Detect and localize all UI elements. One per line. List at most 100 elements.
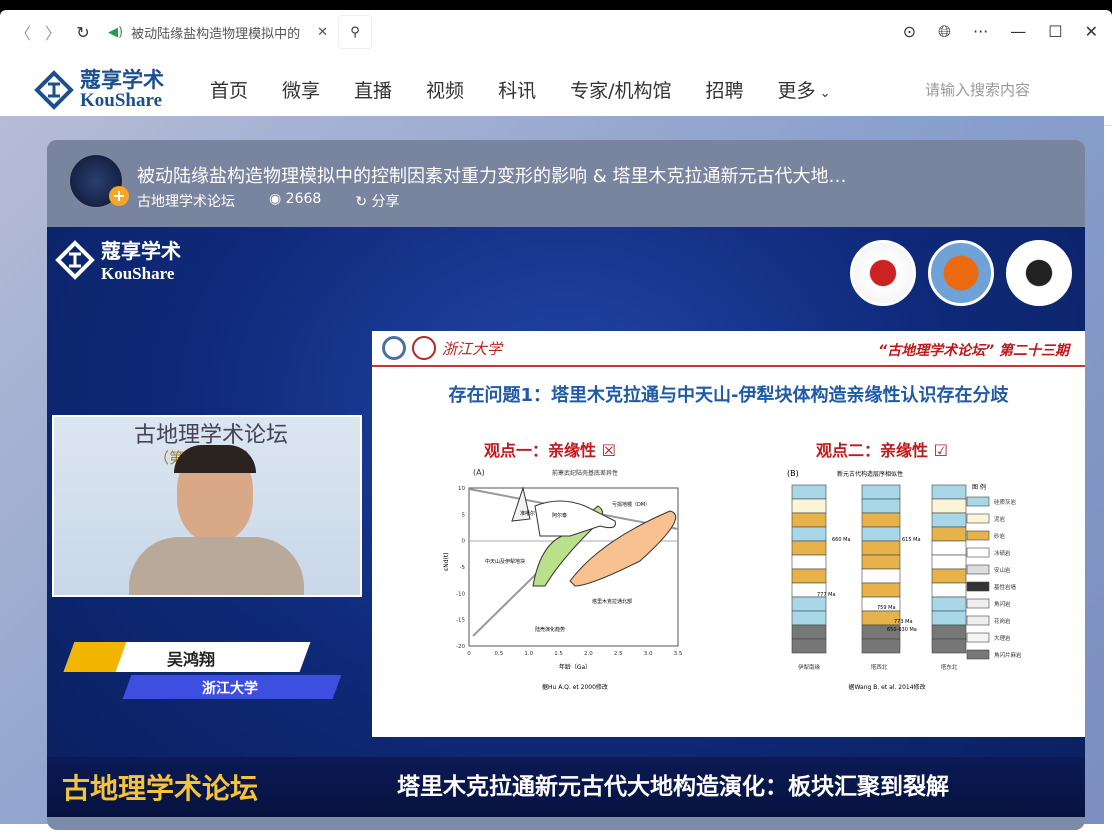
strata-layer	[931, 638, 967, 654]
label-tarim: 塔里木克拉通北部	[592, 598, 632, 605]
banner-talk-title: 塔里木克拉通新元古代大地构造演化：板块汇聚到裂解	[397, 774, 949, 800]
strata-layer	[791, 484, 827, 500]
back-icon[interactable]: 〈	[8, 20, 38, 44]
sound-icon[interactable]: ◀)	[108, 25, 123, 40]
legend-swatch	[966, 496, 990, 507]
reload-icon[interactable]: ↻	[68, 23, 98, 42]
strata-layer	[791, 568, 827, 584]
tab-title: 被动陆缘盐构造物理模拟中的	[131, 26, 301, 42]
region-altai	[534, 500, 616, 537]
site-logo[interactable]: 蔻享学术 KouShare	[34, 69, 164, 111]
search-input[interactable]: 请输入搜索内容	[925, 79, 1030, 100]
close-icon[interactable]: ✕	[1085, 22, 1098, 42]
legend-swatch	[966, 513, 990, 524]
strata-layer	[791, 512, 827, 528]
legend-swatch	[966, 632, 990, 643]
x-tick-label: 1.5	[554, 651, 563, 657]
strata-layer	[931, 610, 967, 626]
column-label: 塔西北	[871, 663, 888, 671]
label-crust-trend: 陆壳演化趋势	[535, 626, 565, 633]
chart-a-xlabel: 年龄（Ga）	[559, 663, 591, 671]
y-tick-label: 0	[462, 539, 466, 545]
legend-swatch	[966, 581, 990, 592]
strata-layer	[931, 484, 967, 500]
chart-a-ylabel: εNd(t)	[443, 552, 450, 571]
label-altai: 阿尔泰	[552, 512, 567, 519]
download-icon[interactable]: ⊙	[903, 22, 916, 42]
age-650-630: 650-630 Ma	[887, 627, 917, 633]
logo-en: KouShare	[80, 89, 163, 111]
nav-home[interactable]: 首页	[210, 76, 248, 103]
nav-news[interactable]: 科讯	[498, 76, 536, 103]
nav-weixiang[interactable]: 微享	[282, 76, 320, 103]
legend-label: 角闪片麻岩	[994, 651, 1022, 659]
search-icon[interactable]: ⚲	[338, 15, 372, 49]
nav-experts[interactable]: 专家/机构馆	[570, 76, 671, 103]
strata-layer	[861, 540, 901, 556]
check-box-icon: ☑	[933, 441, 948, 460]
y-tick-label: 5	[462, 512, 466, 518]
legend-swatch	[966, 564, 990, 575]
x-tick-label: 3.0	[644, 651, 653, 657]
strata-layer	[861, 638, 901, 654]
chart-b-title: 新元古代构造层序相似性	[837, 470, 903, 478]
strata-layer	[861, 554, 901, 570]
banner-forum-name: 古地理学术论坛	[62, 772, 259, 805]
legend-label: 花岗岩	[994, 617, 1011, 625]
browser-tab[interactable]: ◀) 被动陆缘盐构造物理模拟中的 ✕	[98, 15, 338, 49]
strata-layer	[861, 568, 901, 584]
chart-a: (A) 前寒武纪陆壳基底差异性 准噶尔 阿尔泰 中天山及伊犁地块 塔里木克拉通北…	[443, 468, 683, 691]
x-tick-label: 0	[467, 651, 471, 657]
legend-swatch	[966, 530, 990, 541]
legend-label: 安山岩	[994, 566, 1011, 574]
channel-name[interactable]: 古地理学术论坛	[137, 191, 235, 211]
legend-swatch	[966, 598, 990, 609]
video-player[interactable]: 蔻享学术 KouShare 浙江大学 “古地理学术论坛” 第二十三期 存在问题1：…	[47, 227, 1085, 817]
nav-jobs[interactable]: 招聘	[705, 76, 743, 103]
views-count: ◉ 2668	[269, 191, 321, 211]
close-tab-icon[interactable]: ✕	[317, 25, 328, 40]
chart-b-source: 据Wang B. et al. 2014修改	[848, 683, 925, 691]
chart-b: (B) 新元古代构造层序相似性 伊犁南缘 塔西北 塔东北 图 例 硅质灰岩泥岩砂岩冰…	[787, 469, 1022, 691]
minimize-icon[interactable]: —	[1010, 22, 1026, 42]
globe-icon[interactable]: 🌐︎	[938, 22, 951, 42]
share-button[interactable]: ↻ 分享	[355, 191, 399, 211]
age-773: 773 Ma	[894, 619, 913, 625]
strata-layer	[861, 498, 901, 514]
strata-layer	[791, 540, 827, 556]
strata-layer	[931, 540, 967, 556]
koushare-logo-icon	[34, 69, 74, 110]
strata-layer	[791, 498, 827, 514]
strata-layer	[931, 512, 967, 528]
share-label: 分享	[371, 194, 400, 210]
strata-layer	[791, 624, 827, 640]
nav-video[interactable]: 视频	[426, 76, 464, 103]
x-tick-label: 0.5	[494, 651, 503, 657]
views-value: 2668	[285, 191, 322, 207]
strata-layer	[931, 498, 967, 514]
nav-more[interactable]: 更多 ⌄	[778, 76, 831, 103]
watermark-en: KouShare	[101, 264, 175, 283]
maximize-icon[interactable]: ☐	[1048, 22, 1062, 42]
strata-layer	[931, 554, 967, 570]
nav-live[interactable]: 直播	[354, 76, 392, 103]
content-area: + 被动陆缘盐构造物理模拟中的控制因素对重力变形的影响 & 塔里木克拉通新元古代…	[0, 116, 1104, 830]
age-660: 660 Ma	[832, 537, 851, 543]
forward-icon[interactable]: 〉	[38, 20, 68, 44]
strata-layer	[861, 582, 901, 598]
strata-layer	[791, 596, 827, 612]
speaker-hair	[174, 445, 256, 473]
x-tick-label: 2.0	[584, 651, 593, 657]
legend-label: 基性岩墙	[994, 583, 1017, 591]
strata-layer	[861, 526, 901, 542]
legend-label: 泥岩	[994, 515, 1006, 523]
strata-layer	[791, 554, 827, 570]
chart-a-source: 据Hu A.Q. et 2000修改	[542, 683, 608, 691]
more-icon[interactable]: ···	[973, 22, 988, 42]
follow-plus-icon[interactable]: +	[109, 186, 129, 206]
viewpoint-two: 观点二：亲缘性 ☑	[816, 437, 948, 461]
y-tick-label: -15	[456, 618, 465, 624]
browser-toolbar: 〈 〉 ↻ ◀) 被动陆缘盐构造物理模拟中的 ✕ ⚲ ⊙ 🌐︎ ··· — ☐ …	[0, 10, 1112, 54]
column-label: 塔东北	[941, 663, 958, 671]
y-tick-label: -5	[460, 565, 466, 571]
